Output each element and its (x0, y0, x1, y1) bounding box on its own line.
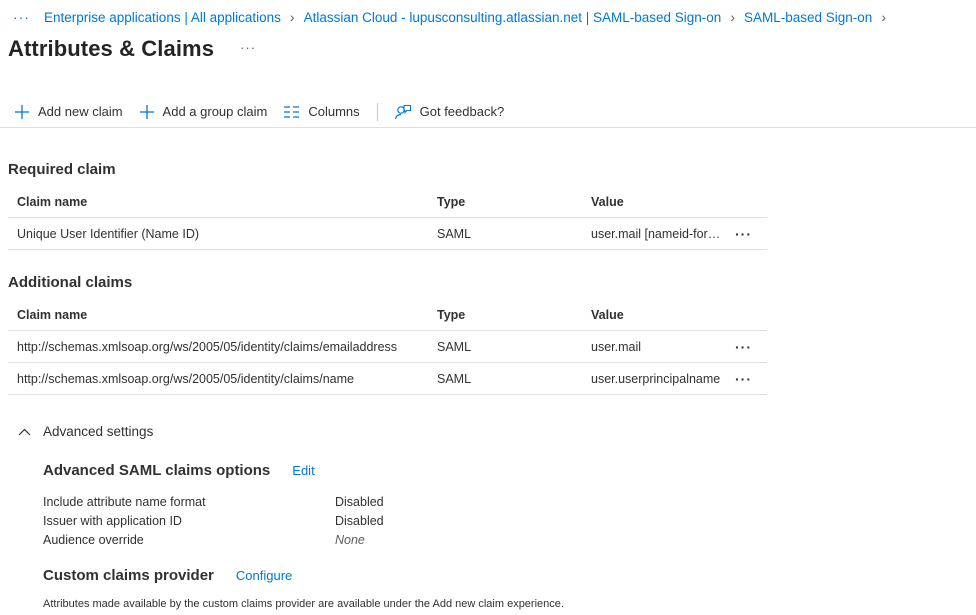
setting-label: Audience override (43, 532, 144, 547)
claim-type-cell: SAML (437, 371, 472, 386)
feedback-label: Got feedback? (419, 104, 505, 119)
advanced-settings-label: Advanced settings (43, 424, 154, 439)
add-group-claim-label: Add a group claim (162, 104, 268, 119)
column-header-type[interactable]: Type (428, 195, 582, 209)
breadcrumb-link-enterprise-apps[interactable]: Enterprise applications | All applicatio… (44, 10, 281, 25)
row-more-button[interactable]: ··· (727, 225, 767, 242)
more-horizontal-icon: ··· (735, 338, 752, 355)
claim-type-cell: SAML (437, 339, 472, 354)
breadcrumb-link-saml-sso[interactable]: SAML-based Sign-on (744, 10, 872, 25)
page-title: Attributes & Claims (8, 36, 215, 61)
chevron-right-icon: › (289, 9, 295, 25)
column-header-claim-name[interactable]: Claim name (8, 308, 428, 322)
title-row: Attributes & Claims ··· (8, 36, 256, 62)
claim-name-cell: http://schemas.xmlsoap.org/ws/2005/05/id… (17, 339, 398, 354)
column-header-value[interactable]: Value (582, 195, 727, 209)
chevron-right-icon: › (881, 9, 886, 25)
table-header: Claim name Type Value (8, 299, 767, 331)
setting-value: Disabled (335, 513, 384, 528)
custom-claims-provider-title: Custom claims provider (43, 567, 214, 584)
column-header-type[interactable]: Type (428, 308, 582, 322)
setting-value: Disabled (335, 494, 384, 509)
custom-claims-provider-heading: Custom claims provider Configure (43, 567, 292, 584)
setting-label: Include attribute name format (43, 494, 206, 509)
columns-icon (283, 105, 300, 119)
table-header: Claim name Type Value (8, 186, 767, 218)
feedback-person-icon (394, 103, 412, 121)
advanced-settings-toggle[interactable]: Advanced settings (18, 424, 153, 439)
plus-icon (14, 104, 30, 120)
additional-claims-title: Additional claims (8, 274, 133, 291)
custom-claims-provider-note: Attributes made available by the custom … (43, 598, 564, 610)
breadcrumb-more-icon[interactable]: ··· (13, 9, 30, 25)
columns-button[interactable]: Columns (283, 98, 360, 126)
add-group-claim-button[interactable]: Add a group claim (139, 98, 268, 126)
setting-label: Issuer with application ID (43, 513, 182, 528)
row-more-button[interactable]: ··· (727, 370, 767, 387)
more-horizontal-icon: ··· (735, 370, 752, 387)
title-more-icon[interactable]: ··· (240, 40, 256, 55)
setting-row: Include attribute name format Disabled (43, 492, 384, 511)
claim-value-cell: user.mail [nameid-format:emailAddress] (591, 226, 727, 241)
table-row[interactable]: http://schemas.xmlsoap.org/ws/2005/05/id… (8, 331, 767, 363)
table-row[interactable]: http://schemas.xmlsoap.org/ws/2005/05/id… (8, 363, 767, 395)
plus-icon (139, 104, 155, 120)
add-new-claim-label: Add new claim (38, 104, 123, 119)
claim-name-cell: Unique User Identifier (Name ID) (17, 226, 200, 241)
toolbar-divider (376, 102, 378, 121)
columns-label: Columns (308, 104, 360, 119)
column-header-claim-name[interactable]: Claim name (8, 195, 428, 209)
claim-value-cell: user.userprincipalname (591, 371, 721, 386)
chevron-up-icon (18, 428, 31, 436)
claim-name-cell: http://schemas.xmlsoap.org/ws/2005/05/id… (17, 371, 354, 386)
edit-link[interactable]: Edit (292, 463, 314, 478)
command-bar: Add new claim Add a group claim Columns … (0, 96, 976, 128)
column-header-value[interactable]: Value (582, 308, 727, 322)
breadcrumb: ··· Enterprise applications | All applic… (13, 8, 895, 26)
setting-row: Issuer with application ID Disabled (43, 511, 384, 530)
advanced-saml-options-heading: Advanced SAML claims options Edit (43, 462, 315, 479)
required-claims-table: Claim name Type Value Unique User Identi… (8, 186, 767, 250)
required-claim-title: Required claim (8, 161, 116, 178)
setting-row: Audience override None (43, 530, 365, 549)
add-new-claim-button[interactable]: Add new claim (14, 98, 123, 126)
row-more-button[interactable]: ··· (727, 338, 767, 355)
additional-claims-table: Claim name Type Value http://schemas.xml… (8, 299, 767, 395)
claim-type-cell: SAML (437, 226, 472, 241)
claim-value-cell: user.mail (591, 339, 642, 354)
advanced-saml-options-title: Advanced SAML claims options (43, 462, 271, 479)
feedback-button[interactable]: Got feedback? (394, 98, 505, 126)
chevron-right-icon: › (730, 9, 735, 25)
setting-value: None (335, 532, 365, 547)
breadcrumb-link-atlassian-sso[interactable]: Atlassian Cloud - lupusconsulting.atlass… (304, 10, 722, 25)
configure-link[interactable]: Configure (236, 568, 292, 583)
table-row[interactable]: Unique User Identifier (Name ID) SAML us… (8, 218, 767, 250)
more-horizontal-icon: ··· (735, 225, 752, 242)
